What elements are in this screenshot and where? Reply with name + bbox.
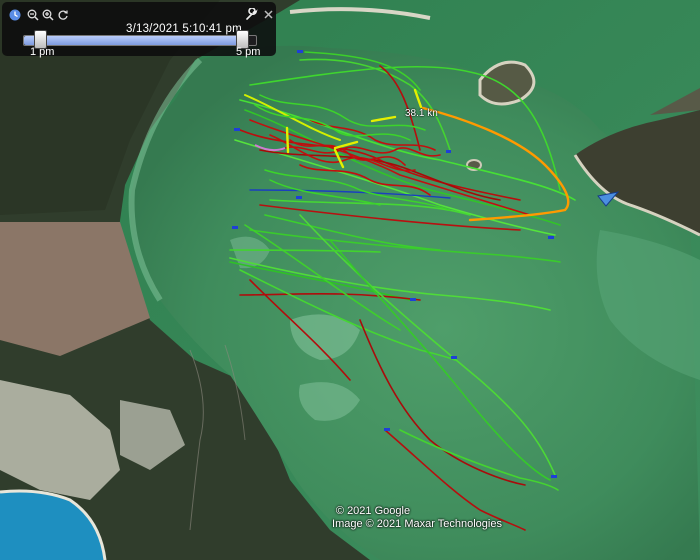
satellite-map[interactable]: 38.1 kn 3/13/2021 5:10:41 pm 1 pm 5 pm © [0,0,700,560]
current-date-time: 3/13/2021 5:10:41 pm [126,23,242,35]
track-segment [304,51,421,91]
violet-track [254,144,286,152]
track-segment [299,58,451,151]
close-icon[interactable] [262,8,275,21]
start-time-label: 1 pm [30,46,55,58]
time-slider-toolbar: 3/13/2021 5:10:41 pm 1 pm 5 pm [2,2,276,58]
track-segment [229,249,381,253]
speed-label: 38.1 kn [405,108,438,119]
time-slider-fill [24,36,242,45]
gps-track-layer [229,50,620,531]
track-segment [399,429,559,491]
track-segment [359,319,526,486]
track-segment [264,214,441,251]
refresh-icon[interactable] [56,8,69,21]
zoom-out-icon[interactable] [26,8,39,21]
track-endpoints [232,50,557,478]
track-segment [249,189,451,199]
current-track [421,106,570,222]
copyright-imagery: Image © 2021 Maxar Technologies [332,518,502,530]
end-time-label: 5 pm [236,46,261,58]
time-slider[interactable] [23,30,257,49]
copyright-google: © 2021 Google [335,505,411,517]
track-segment [249,279,351,381]
wrench-icon[interactable] [245,8,258,21]
track-segment [299,214,556,476]
boat-marker-icon[interactable] [597,191,620,207]
track-segment [329,239,551,481]
clock-icon[interactable] [8,8,21,21]
zoom-in-icon[interactable] [41,8,54,21]
